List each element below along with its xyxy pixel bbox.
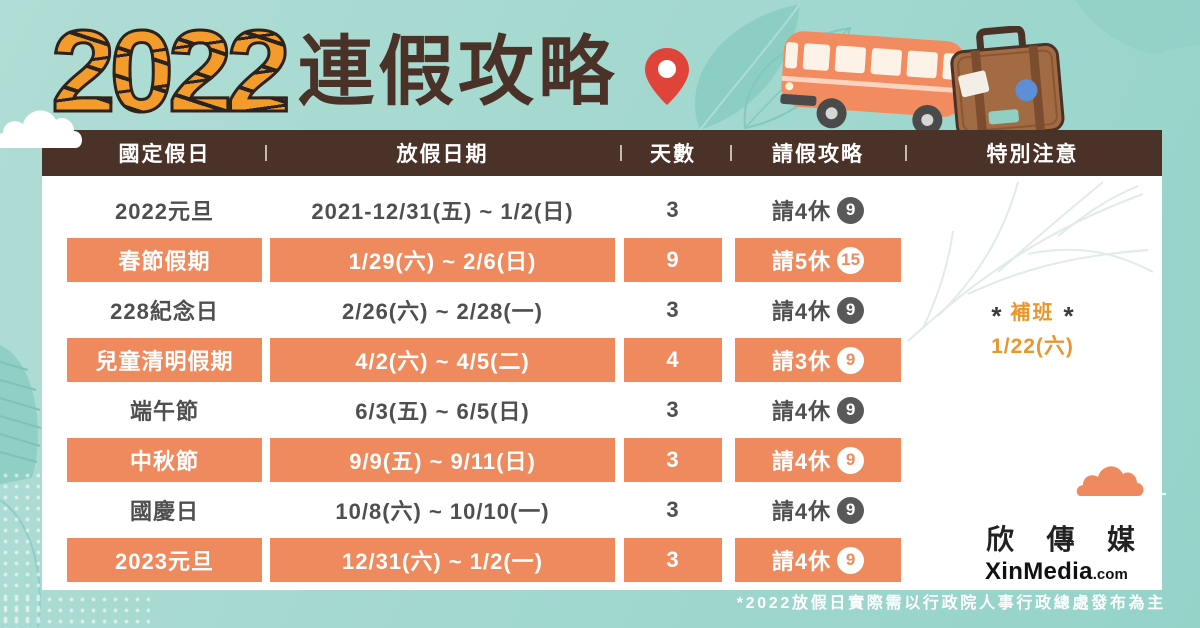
total-off-badge: 9 — [837, 196, 865, 224]
leave-strategy: 請4休 9 — [735, 188, 901, 232]
leave-text: 請4休 — [771, 299, 832, 324]
brand-logo-text: 欣傳媒 — [986, 524, 1168, 555]
header-divider — [730, 145, 732, 161]
brand-site-suffix: .com — [1092, 566, 1128, 583]
makeup-workday-label: * 補班 * — [905, 292, 1160, 331]
cloud-decoration — [0, 110, 82, 148]
makeup-workday-date: 1/22(六) — [991, 335, 1074, 358]
title-year: 2022 — [49, 6, 292, 136]
holiday-dates: 10/8(六) ~ 10/10(一) — [335, 499, 550, 524]
makeup-workday-text: 補班 — [1010, 301, 1055, 324]
header-divider — [620, 145, 622, 161]
holiday-name: 中秋節 — [67, 438, 262, 482]
holiday-name: 2023元旦 — [67, 538, 262, 582]
dot-pattern — [0, 594, 150, 628]
leave-text: 請4休 — [771, 499, 832, 524]
leave-text: 請3休 — [771, 349, 832, 374]
total-off-badge: 9 — [837, 496, 865, 524]
holiday-days: 3 — [666, 397, 680, 422]
asterisk-marker: * — [1063, 300, 1074, 331]
header-dates: 放假日期 — [396, 143, 489, 166]
dashed-line-decoration — [1142, 493, 1166, 495]
holiday-dates: 1/29(六) ~ 2/6(日) — [270, 238, 615, 282]
brand-site: XinMedia.com — [985, 558, 1128, 586]
holiday-days: 3 — [666, 297, 680, 322]
holiday-dates: 4/2(六) ~ 4/5(二) — [270, 338, 615, 382]
holiday-days: 4 — [624, 338, 722, 382]
table-row: 春節假期 1/29(六) ~ 2/6(日) 9 請5休 15 — [0, 235, 1200, 285]
header-holiday: 國定假日 — [118, 143, 211, 166]
header-days: 天數 — [650, 143, 696, 166]
leave-strategy: 請5休 15 — [735, 238, 901, 282]
holiday-days: 3 — [666, 497, 680, 522]
holiday-name: 端午節 — [129, 399, 199, 424]
suitcase-illustration — [950, 26, 1065, 138]
total-off-badge: 9 — [837, 296, 865, 324]
total-off-badge: 15 — [837, 246, 865, 274]
leave-text: 請4休 — [771, 549, 832, 574]
leave-strategy: 請3休 9 — [735, 338, 901, 382]
total-off-badge: 9 — [837, 546, 865, 574]
holiday-days: 3 — [666, 197, 680, 222]
leaf-decoration — [1075, 0, 1200, 130]
holiday-days: 9 — [624, 238, 722, 282]
holiday-name: 春節假期 — [67, 238, 262, 282]
total-off-badge: 9 — [837, 346, 865, 374]
header-divider — [265, 145, 267, 161]
table-row: 中秋節 9/9(五) ~ 9/11(日) 3 請4休 9 — [0, 435, 1200, 485]
holiday-days: 3 — [624, 538, 722, 582]
page-title: 連假攻略 — [298, 27, 618, 116]
header-leave-strategy: 請假攻略 — [772, 143, 864, 166]
leave-text: 請5休 — [771, 249, 832, 274]
table-row: 端午節 6/3(五) ~ 6/5(日) 3 請4休 9 — [0, 385, 1200, 435]
leave-text: 請4休 — [771, 399, 832, 424]
leave-strategy: 請4休 9 — [735, 488, 901, 532]
holiday-dates: 12/31(六) ~ 1/2(一) — [270, 538, 615, 582]
table-header: 國定假日 放假日期 天數 請假攻略 特別注意 — [42, 130, 1162, 176]
asterisk-marker: * — [991, 300, 1002, 331]
holiday-name: 2022元旦 — [115, 199, 214, 224]
map-pin-icon — [645, 48, 689, 105]
holiday-name: 228紀念日 — [110, 299, 219, 324]
special-note: * 補班 * 1/22(六) — [905, 292, 1160, 362]
total-off-badge: 9 — [837, 446, 865, 474]
leave-strategy: 請4休 9 — [735, 388, 901, 432]
holiday-dates: 6/3(五) ~ 6/5(日) — [355, 399, 530, 424]
footnote: *2022放假日實際需以行政院人事行政總處發布為主 — [736, 595, 1166, 612]
header-special-note: 特別注意 — [986, 143, 1079, 166]
cloud-decoration — [1076, 466, 1144, 496]
holiday-name: 兒童清明假期 — [67, 338, 262, 382]
table-row: 2022元旦 2021-12/31(五) ~ 1/2(日) 3 請4休 9 — [0, 185, 1200, 235]
leave-strategy: 請4休 9 — [735, 288, 901, 332]
brand-site-main: XinMedia — [985, 558, 1093, 585]
holiday-dates: 2/26(六) ~ 2/28(一) — [341, 299, 543, 324]
leave-strategy: 請4休 9 — [735, 438, 901, 482]
holiday-dates: 2021-12/31(五) ~ 1/2(日) — [311, 199, 574, 224]
holiday-name: 國慶日 — [129, 499, 199, 524]
leave-text: 請4休 — [771, 199, 832, 224]
total-off-badge: 9 — [837, 396, 865, 424]
holiday-dates: 9/9(五) ~ 9/11(日) — [270, 438, 615, 482]
leave-strategy: 請4休 9 — [735, 538, 901, 582]
holiday-days: 3 — [624, 438, 722, 482]
leave-text: 請4休 — [771, 449, 832, 474]
